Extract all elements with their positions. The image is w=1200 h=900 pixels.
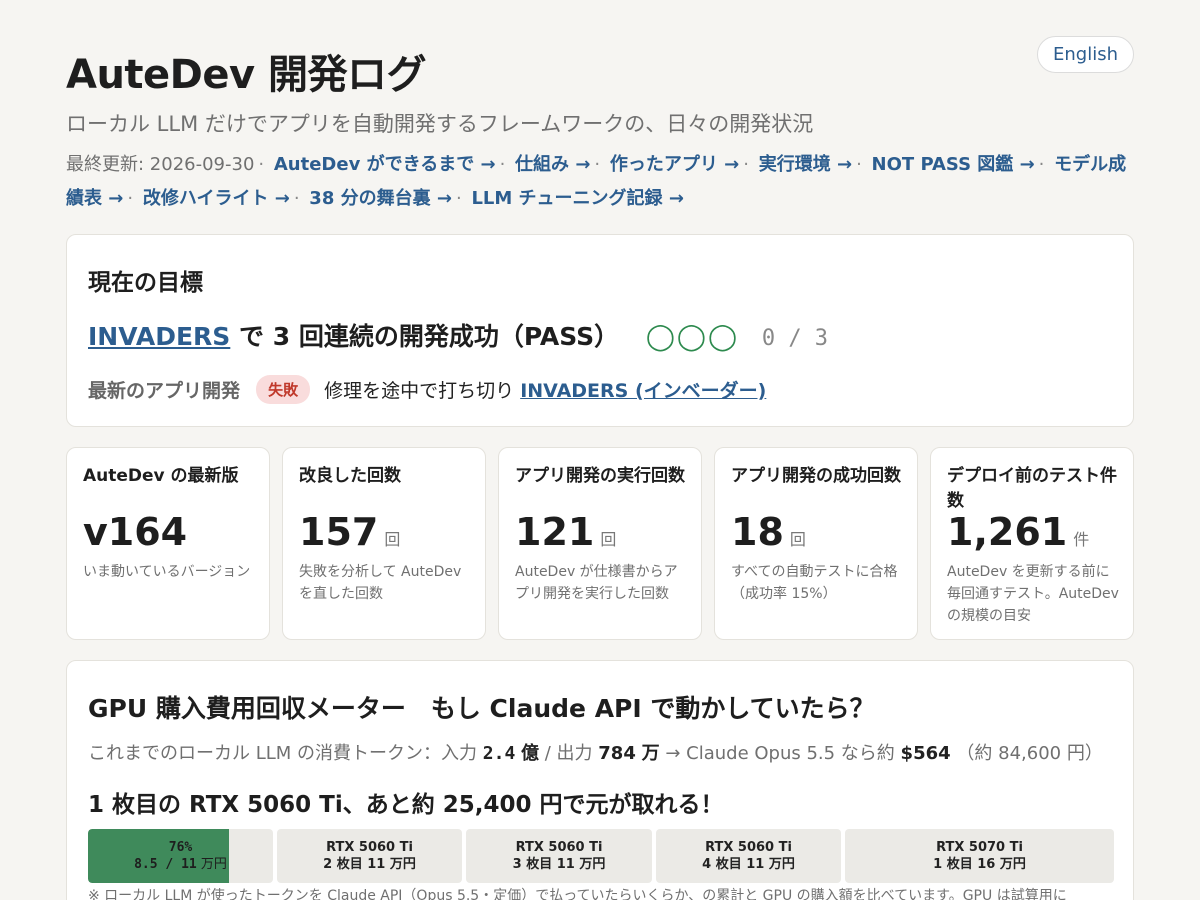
- stat-label: アプリ開発の実行回数: [515, 466, 685, 486]
- meter-segment-gpu5: RTX 5070 Ti 1 枚目 16 万円: [845, 829, 1114, 883]
- stat-value: 18 回: [731, 510, 806, 554]
- goal-target-text: で 3 回連続の開発成功（PASS）: [230, 322, 620, 351]
- stat-value: 157 回: [299, 510, 401, 554]
- stat-description: AuteDev が仕様書からアプリ開発を実行した回数: [515, 564, 678, 602]
- stat-card-improvements: 改良した回数 157 回 失敗を分析して AuteDev を直した回数: [282, 447, 486, 640]
- nav-link-history[interactable]: AuteDev ができるまで →: [274, 154, 496, 175]
- api-cost-yen: （約 84,600 円）: [956, 743, 1103, 764]
- stat-label: デプロイ前のテスト件数: [947, 466, 1117, 511]
- latest-run-text: 修理を途中で打ち切り: [324, 380, 515, 402]
- status-badge: 失敗: [256, 375, 311, 404]
- nav-link-environment[interactable]: 実行環境 →: [759, 154, 852, 175]
- meter-segment-gpu2: RTX 5060 Ti 2 枚目 11 万円: [277, 829, 462, 883]
- nav-link-llm-tuning[interactable]: LLM チューニング記録 →: [471, 188, 683, 209]
- stat-value: 121 回: [515, 510, 617, 554]
- stat-card-tests: デプロイ前のテスト件数 1,261 件 AuteDev を更新する前に毎回通すテス…: [930, 447, 1134, 640]
- latest-run: 最新のアプリ開発 失敗 修理を途中で打ち切り INVADERS (インベーダー): [88, 375, 766, 404]
- stat-value: 1,261 件: [947, 510, 1090, 554]
- stat-unit: 回: [384, 530, 401, 549]
- output-tokens: 784: [598, 743, 636, 764]
- stat-description: 失敗を分析して AuteDev を直した回数: [299, 564, 462, 602]
- stat-value: v164: [83, 510, 188, 554]
- meter-segment-gpu3: RTX 5060 Ti 3 枚目 11 万円: [466, 829, 652, 883]
- api-cost: $564: [900, 743, 951, 764]
- input-tokens: 2.4: [482, 743, 516, 764]
- latest-run-label: 最新のアプリ開発: [88, 380, 241, 402]
- meter-percent: 76%: [168, 840, 193, 855]
- stat-description: すべての自動テストに合格（成功率 15%）: [731, 564, 898, 602]
- goal-card: 現在の目標 INVADERS で 3 回連続の開発成功（PASS） ◯◯◯ 0 …: [66, 234, 1134, 427]
- stat-card-runs: アプリ開発の実行回数 121 回 AuteDev が仕様書からアプリ開発を実行した…: [498, 447, 702, 640]
- stat-card-version: AuteDev の最新版 v164 いま動いているバージョン: [66, 447, 270, 640]
- nav-link-architecture[interactable]: 仕組み →: [515, 154, 590, 175]
- progress-circles: ◯◯◯: [645, 322, 740, 352]
- stat-unit: 回: [600, 530, 617, 549]
- gpu-heading: GPU 購入費用回収メーター もし Claude API で動かしていたら？: [88, 694, 875, 723]
- meter-segment-gpu1: 76% 8.5 / 11 万円: [88, 829, 273, 883]
- nav-link-not-pass[interactable]: NOT PASS 図鑑 →: [872, 154, 1035, 175]
- goal-target-link[interactable]: INVADERS: [88, 322, 230, 351]
- page-title: AuteDev 開発ログ: [66, 52, 427, 98]
- nav-link-highlights[interactable]: 改修ハイライト →: [143, 188, 290, 209]
- stat-label: 改良した回数: [299, 466, 401, 486]
- payback-meter: 76% 8.5 / 11 万円 RTX 5060 Ti 2 枚目 11 万円 RT…: [88, 829, 1114, 883]
- stat-description: AuteDev を更新する前に毎回通すテスト。AuteDev の規模の目安: [947, 564, 1119, 624]
- nav-line: 最終更新: 2026-09-30 · AuteDev ができるまで → · 仕組み …: [66, 154, 1127, 209]
- stat-card-successes: アプリ開発の成功回数 18 回 すべての自動テストに合格（成功率 15%）: [714, 447, 918, 640]
- gpu-payback-card: GPU 購入費用回収メーター もし Claude API で動かしていたら？ こ…: [66, 660, 1134, 900]
- goal-statement: INVADERS で 3 回連続の開発成功（PASS） ◯◯◯ 0 / 3: [88, 317, 828, 353]
- stat-label: アプリ開発の成功回数: [731, 466, 901, 486]
- last-updated: 最終更新: 2026-09-30: [66, 154, 255, 175]
- page-subtitle: ローカル LLM だけでアプリを自動開発するフレームワークの、日々の開発状況: [66, 112, 814, 136]
- stat-unit: 回: [789, 530, 806, 549]
- stat-description: いま動いているバージョン: [83, 564, 251, 580]
- nav-link-behind-scenes[interactable]: 38 分の舞台裏 →: [309, 188, 452, 209]
- gpu-footnote: ※ ローカル LLM が使ったトークンを Claude API（Opus 5.5…: [88, 888, 1067, 900]
- latest-run-app-link[interactable]: INVADERS (インベーダー): [520, 380, 766, 402]
- meter-progress: 8.5 / 11: [134, 857, 197, 872]
- goal-heading: 現在の目標: [88, 270, 203, 296]
- stat-label: AuteDev の最新版: [83, 466, 239, 486]
- language-button[interactable]: English: [1037, 36, 1134, 73]
- progress-counter: 0 / 3: [761, 326, 829, 351]
- stat-unit: 件: [1073, 530, 1090, 549]
- meter-segment-gpu4: RTX 5060 Ti 4 枚目 11 万円: [656, 829, 841, 883]
- token-usage: これまでのローカル LLM の消費トークン：入力 2.4 億 / 出力 784 …: [88, 743, 1103, 764]
- nav-link-apps[interactable]: 作ったアプリ →: [610, 154, 739, 175]
- payback-goal: 1 枚目の RTX 5060 Ti、あと約 25,400 円で元が取れる！: [88, 792, 724, 818]
